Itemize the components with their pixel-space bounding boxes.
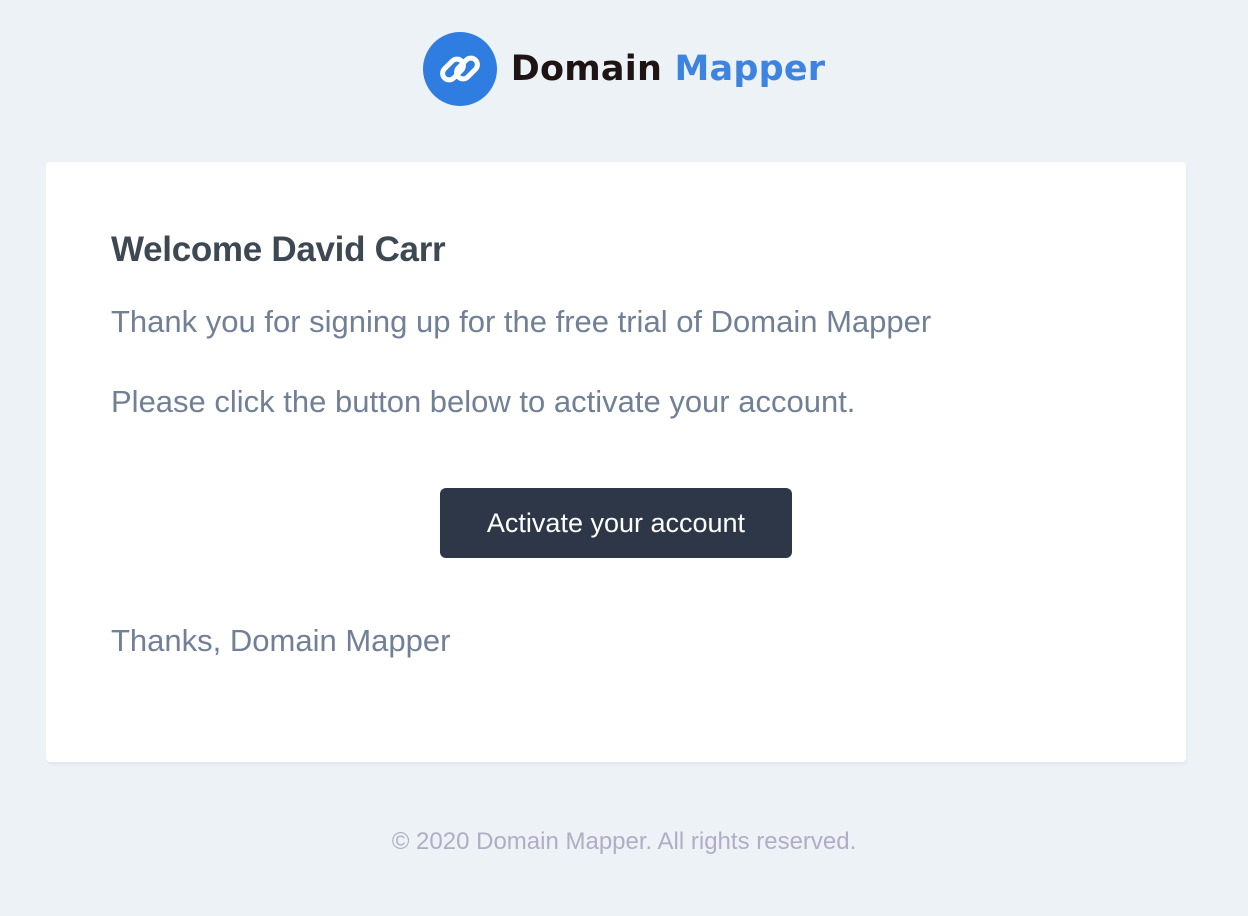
brand-name-accent: Mapper	[674, 49, 826, 89]
link-chain-icon	[422, 32, 497, 106]
signoff-text: Thanks, Domain Mapper	[111, 623, 451, 658]
email-page: Domain Mapper Welcome David Carr Thank y…	[0, 0, 1248, 916]
activate-account-button[interactable]: Activate your account	[440, 488, 792, 558]
instruction-text: Please click the button below to activat…	[111, 384, 856, 419]
email-body-card: Welcome David Carr Thank you for signing…	[46, 162, 1186, 762]
greeting-heading: Welcome David Carr	[111, 230, 446, 269]
brand-name-dark: Domain	[510, 49, 663, 89]
intro-text: Thank you for signing up for the free tr…	[111, 304, 932, 339]
brand-name: Domain Mapper	[511, 49, 825, 89]
copyright-footer: © 2020 Domain Mapper. All rights reserve…	[391, 828, 857, 855]
brand-link[interactable]: Domain Mapper	[422, 32, 825, 106]
email-header: Domain Mapper	[0, 30, 1248, 108]
